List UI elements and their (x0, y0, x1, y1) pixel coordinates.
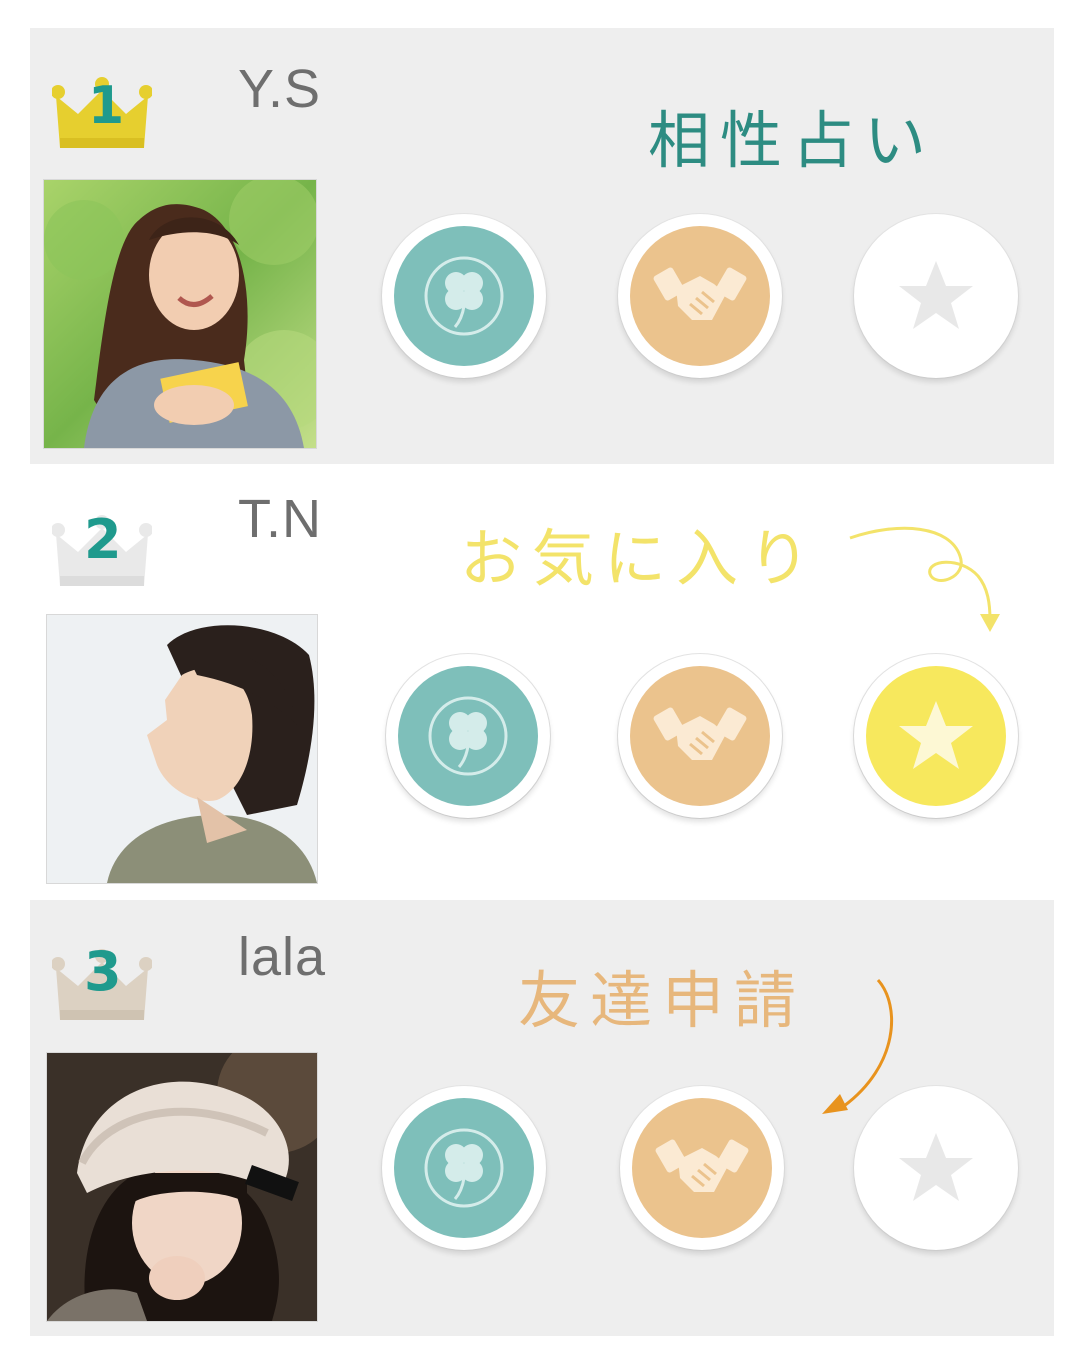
ranking-card-3: 3 lala 友達申請 (30, 900, 1054, 1336)
compatibility-button[interactable] (382, 214, 546, 378)
user-name[interactable]: lala (238, 926, 326, 988)
callout-compatibility: 相性占い (648, 104, 937, 177)
clover-icon (428, 696, 508, 776)
compatibility-button[interactable] (386, 654, 550, 818)
callout-favorite: お気に入り (460, 522, 821, 595)
callout-friend-request: 友達申請 (518, 964, 807, 1037)
avatar[interactable] (47, 1053, 317, 1321)
clover-icon (424, 1128, 504, 1208)
star-icon (899, 1133, 973, 1201)
rank-number: 1 (88, 76, 125, 136)
rank-number: 3 (84, 940, 122, 1003)
handshake-icon (655, 1139, 749, 1192)
compatibility-button[interactable] (382, 1086, 546, 1250)
favorite-button[interactable] (854, 1086, 1018, 1250)
handshake-icon (653, 267, 747, 320)
favorite-button[interactable] (854, 654, 1018, 818)
ranking-card-1: 1 Y.S 相性占い (30, 28, 1054, 464)
favorite-button[interactable] (854, 214, 1018, 378)
friend-request-button[interactable] (618, 214, 782, 378)
ranking-card-2: 2 T.N お気に入り (30, 464, 1054, 900)
friend-request-button[interactable] (618, 654, 782, 818)
rank-number: 2 (84, 508, 122, 571)
friend-request-button[interactable] (620, 1086, 784, 1250)
user-name[interactable]: T.N (238, 488, 322, 550)
clover-icon (424, 256, 504, 336)
avatar[interactable] (44, 180, 316, 448)
arrow-to-favorite-icon (849, 526, 1000, 632)
star-icon (899, 261, 973, 329)
star-icon (899, 701, 973, 769)
avatar[interactable] (47, 615, 317, 883)
handshake-icon (653, 707, 747, 760)
user-name[interactable]: Y.S (238, 58, 321, 120)
